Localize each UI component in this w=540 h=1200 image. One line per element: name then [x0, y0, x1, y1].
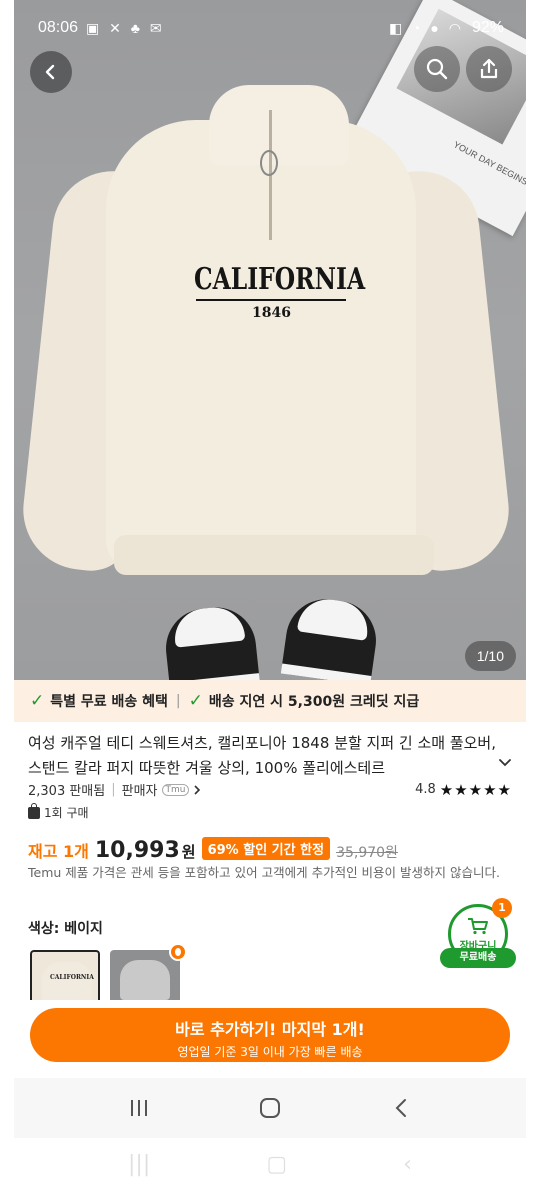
purchase-history: 1회 구매 [28, 802, 89, 821]
sneaker-toe [296, 595, 372, 641]
sneaker-left [162, 603, 260, 680]
sneaker-toe [172, 604, 246, 648]
image-counter: 1/10 [464, 641, 516, 671]
cart-widget[interactable]: 장바구니 1 무료배송 [440, 898, 516, 970]
sneaker-right [280, 594, 382, 680]
product-meta-row: 2,303 판매됨 | 판매자 Tmu 4.8 ★★★★★ [28, 780, 512, 800]
benefit-delay-credit: ✓ 배송 지연 시 5,300원 크레딧 지급 [189, 691, 420, 711]
home-icon [259, 1098, 280, 1118]
sold-count: 2,303 판매됨 [28, 784, 106, 799]
share-icon [480, 58, 498, 79]
sweater-hem [114, 535, 434, 575]
cart-count-badge: 1 [492, 898, 512, 918]
recent-apps-icon [131, 1100, 148, 1116]
benefit-free-shipping: ✓ 특별 무료 배송 혜택 [30, 691, 168, 711]
benefit-label: 특별 무료 배송 혜택 [50, 694, 168, 710]
rating-value: 4.8 [415, 782, 436, 797]
system-icons: ◧ ◔ ● ◠ [388, 19, 464, 36]
sneaker-sole [169, 673, 260, 680]
sweater-print-subtitle: 1846 [252, 305, 291, 321]
benefit-label: 배송 지연 시 5,300원 크레딧 지급 [208, 694, 420, 710]
color-swatch-gray[interactable] [110, 950, 180, 1000]
notification-icons: ▣ ✕ ♣ ✉ [86, 19, 165, 36]
search-icon [426, 58, 448, 80]
price-row: 재고 1개 10,993 원 69% 할인 기간 한정 35,970원 [28, 837, 398, 863]
check-icon: ✓ [30, 691, 45, 711]
discount-badge: 69% 할인 기간 한정 [201, 837, 331, 860]
sneaker-sole [280, 663, 372, 680]
swatch-thumbnail [42, 962, 92, 1000]
color-label: 색상: 베이지 [28, 921, 103, 937]
share-button[interactable] [466, 46, 512, 92]
search-button[interactable] [414, 46, 460, 92]
seller-logo: Tmu [161, 783, 190, 796]
cta-sub-label: 영업일 기준 3일 이내 가장 빠른 배송 [177, 1045, 363, 1059]
current-price: 10,993 [94, 838, 180, 863]
ghost-back-icon: ‹ [403, 1152, 412, 1177]
original-price: 35,970원 [336, 845, 398, 861]
rating[interactable]: 4.8 ★★★★★ [415, 780, 512, 799]
ghost-recent-apps-icon: ||| [128, 1152, 151, 1177]
ghost-nav-bar: ||| ▢ ‹ [0, 1152, 540, 1177]
status-right: ◧ ◔ ● ◠ 92% [389, 14, 504, 42]
swatch-thumbnail [120, 960, 170, 1000]
magazine-text: YOUR DAY BEGINS [451, 139, 526, 188]
back-icon [395, 1099, 406, 1117]
status-bar: 08:06 ▣ ✕ ♣ ✉ ◧ ◔ ● ◠ 92% [14, 14, 526, 42]
zipper-pull [260, 150, 278, 176]
price-notice: Temu 제품 가격은 관세 등을 포함하고 있어 고객에게 추가적인 비용이 … [28, 865, 500, 880]
cta-main-label: 바로 추가하기! 마지막 1개! [175, 1020, 365, 1039]
sweater-body [106, 120, 416, 570]
add-to-cart-button[interactable]: 바로 추가하기! 마지막 1개! 영업일 기준 3일 이내 가장 빠른 배송 [30, 1008, 510, 1062]
chevron-right-icon [194, 784, 201, 795]
status-left: 08:06 ▣ ✕ ♣ ✉ [38, 14, 165, 42]
sweater-collar [209, 85, 349, 165]
sweater-print-title: CALIFORNIA [194, 262, 366, 297]
chevron-down-icon [499, 759, 511, 767]
sweater-print-underline [196, 299, 346, 301]
top-actions [414, 46, 512, 92]
seller-link[interactable]: 판매자 Tmu [122, 780, 202, 799]
product-image-carousel[interactable]: YOUR DAY BEGINS CALIFORNIA 1846 08:06 ▣ … [14, 0, 526, 680]
system-back-button[interactable] [381, 1088, 421, 1128]
cart-free-shipping: 무료배송 [440, 948, 516, 968]
swatch-print-text: CALIFORNIA [50, 974, 94, 981]
hot-badge-icon [169, 943, 187, 961]
benefits-bar[interactable]: ✓ 특별 무료 배송 혜택 | ✓ 배송 지연 시 5,300원 크레딧 지급 [14, 680, 526, 722]
stock-label: 재고 1개 [28, 842, 89, 861]
sales-and-seller: 2,303 판매됨 | 판매자 Tmu [28, 780, 201, 799]
home-button[interactable] [250, 1088, 290, 1128]
meta-divider: | [111, 782, 116, 797]
currency-unit: 원 [181, 843, 196, 861]
rating-stars: ★★★★★ [439, 780, 512, 799]
bag-icon [28, 802, 40, 819]
seller-label: 판매자 [121, 784, 158, 799]
app-frame: YOUR DAY BEGINS CALIFORNIA 1846 08:06 ▣ … [14, 0, 526, 1138]
system-nav-bar [14, 1078, 526, 1138]
expand-title-button[interactable] [498, 756, 512, 772]
product-title[interactable]: 여성 캐주얼 테디 스웨트셔츠, 캘리포니아 1848 분할 지퍼 긴 소매 풀… [28, 731, 504, 781]
benefit-divider: | [175, 693, 181, 709]
recent-apps-button[interactable] [119, 1088, 159, 1128]
back-button[interactable] [30, 51, 72, 93]
cart-icon [468, 917, 488, 934]
battery-level: 92% [471, 19, 504, 36]
status-time: 08:06 [38, 19, 79, 36]
product-title-text: 여성 캐주얼 테디 스웨트셔츠, 캘리포니아 1848 분할 지퍼 긴 소매 풀… [28, 734, 496, 777]
ghost-home-icon: ▢ [266, 1152, 288, 1177]
bought-count: 1회 구매 [44, 806, 89, 820]
check-icon: ✓ [188, 691, 203, 711]
back-arrow-icon [45, 64, 55, 80]
color-swatch-beige[interactable]: CALIFORNIA [30, 950, 100, 1000]
